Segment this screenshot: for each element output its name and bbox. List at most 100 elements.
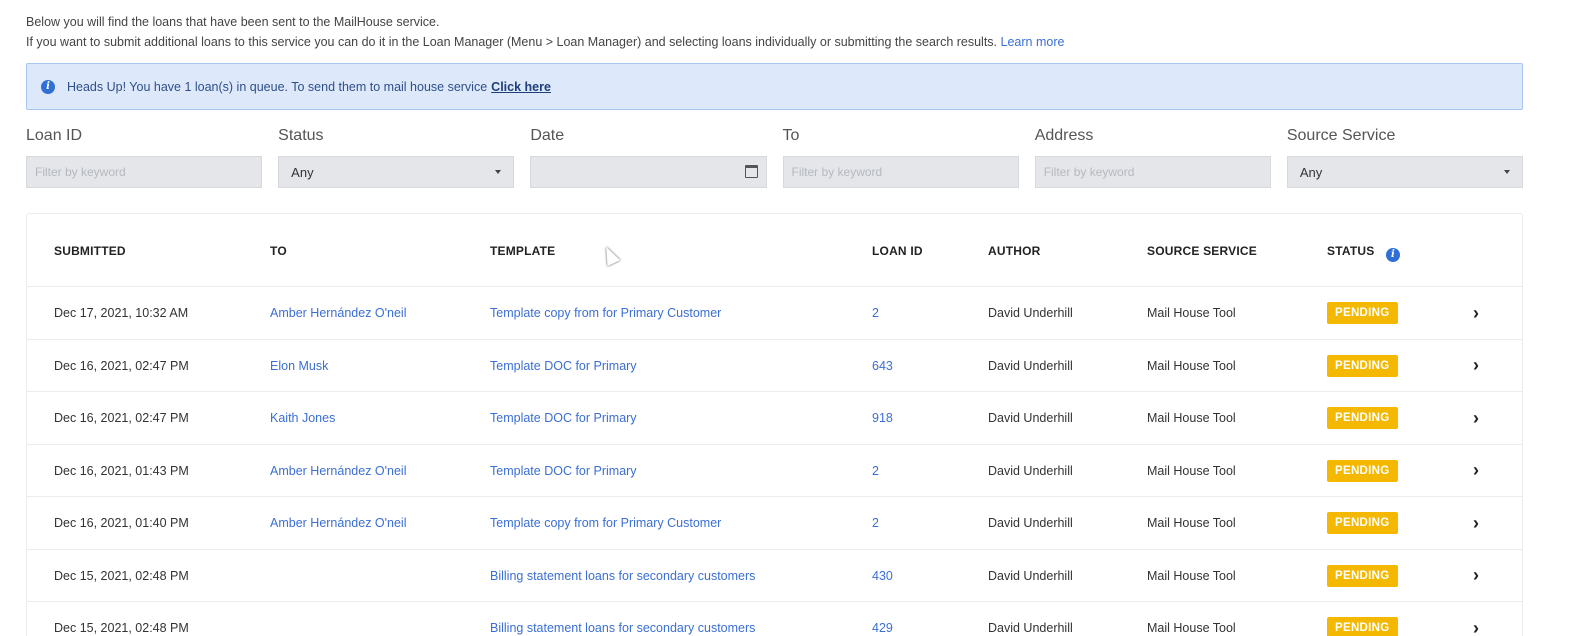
cell-template[interactable]: Template copy from for Primary Customer (490, 497, 721, 549)
info-icon: i (41, 79, 55, 94)
cell-loan-id[interactable]: 2 (872, 287, 879, 339)
table-row[interactable]: Dec 16, 2021, 01:43 PM Amber Hernández O'… (27, 443, 1522, 497)
intro-text: Below you will find the loans that have … (26, 12, 1064, 52)
cell-author: David Underhill (988, 463, 1073, 478)
cell-submitted: Dec 16, 2021, 01:43 PM (54, 463, 189, 478)
alert-click-here-link[interactable]: Click here (491, 80, 551, 94)
cell-source: Mail House Tool (1147, 306, 1236, 320)
cell-template[interactable]: Billing statement loans for secondary cu… (490, 550, 755, 602)
header-source-service[interactable]: SOURCE SERVICE (1147, 244, 1257, 258)
cell-loan-id[interactable]: 429 (872, 602, 893, 636)
table-row[interactable]: Dec 16, 2021, 02:47 PM Kaith Jones Templat… (27, 391, 1522, 444)
header-status-label: STATUS (1327, 244, 1375, 258)
filter-bar: Loan ID Filter by keyword Status Any Dat… (26, 126, 1524, 188)
table-row[interactable]: Dec 15, 2021, 02:48 PM Billing statement … (27, 601, 1522, 636)
cell-author: David Underhill (988, 568, 1073, 583)
chevron-right-icon[interactable]: › (1473, 445, 1479, 497)
cell-submitted: Dec 16, 2021, 02:47 PM (54, 358, 189, 373)
cell-submitted: Dec 15, 2021, 02:48 PM (54, 568, 189, 583)
chevron-down-icon (1504, 170, 1511, 174)
chevron-down-icon (495, 170, 502, 174)
filter-loan-id: Loan ID Filter by keyword (26, 126, 263, 188)
cell-loan-id[interactable]: 2 (872, 445, 879, 497)
chevron-right-icon[interactable]: › (1473, 602, 1479, 636)
header-submitted[interactable]: SUBMITTED (54, 244, 126, 258)
cell-loan-id[interactable]: 2 (872, 497, 879, 549)
header-to[interactable]: TO (270, 244, 287, 258)
cell-template[interactable]: Template DOC for Primary (490, 392, 637, 444)
cell-to[interactable]: Amber Hernández O'neil (270, 445, 406, 497)
cell-loan-id[interactable]: 643 (872, 340, 893, 392)
table-row[interactable]: Dec 17, 2021, 10:32 AM Amber Hernández O'… (27, 286, 1522, 339)
cell-status: PENDING (1327, 445, 1398, 497)
cell-source: Mail House Tool (1147, 358, 1236, 373)
cell-source: Mail House Tool (1147, 411, 1236, 425)
status-select-value: Any (291, 164, 314, 180)
cell-template[interactable]: Template DOC for Primary (490, 445, 637, 497)
cell-to[interactable]: Amber Hernández O'neil (270, 287, 406, 339)
header-template[interactable]: TEMPLATE (490, 244, 555, 258)
cell-template[interactable]: Template copy from for Primary Customer (490, 287, 721, 339)
filter-to: To Filter by keyword (782, 126, 1019, 188)
cell-template[interactable]: Template DOC for Primary (490, 340, 637, 392)
filter-status-label: Status (278, 127, 324, 144)
cell-author: David Underhill (988, 358, 1073, 373)
chevron-right-icon[interactable]: › (1473, 497, 1479, 549)
cell-source: Mail House Tool (1147, 621, 1236, 635)
filter-status: Status Any (278, 126, 515, 188)
chevron-right-icon[interactable]: › (1473, 340, 1479, 392)
status-badge: PENDING (1327, 354, 1398, 377)
source-service-select[interactable]: Any (1286, 156, 1524, 188)
loans-table: SUBMITTED TO TEMPLATE LOAN ID AUTHOR SOU… (26, 213, 1523, 636)
to-input[interactable]: Filter by keyword (782, 156, 1019, 188)
address-input[interactable]: Filter by keyword (1034, 156, 1271, 188)
cell-submitted: Dec 15, 2021, 02:48 PM (54, 621, 189, 635)
learn-more-link[interactable]: Learn more (1001, 35, 1065, 49)
filter-date: Date (530, 126, 767, 188)
cell-author: David Underhill (988, 621, 1073, 635)
table-row[interactable]: Dec 16, 2021, 01:40 PM Amber Hernández O'… (27, 496, 1522, 549)
info-icon[interactable]: i (1385, 247, 1400, 262)
chevron-right-icon[interactable]: › (1473, 550, 1479, 602)
loan-id-input[interactable]: Filter by keyword (26, 156, 263, 188)
cell-to[interactable]: Elon Musk (270, 340, 328, 392)
cell-to[interactable]: Amber Hernández O'neil (270, 497, 406, 549)
cell-loan-id[interactable]: 918 (872, 392, 893, 444)
header-status[interactable]: STATUS i (1327, 244, 1400, 262)
header-author[interactable]: AUTHOR (988, 244, 1041, 258)
cell-author: David Underhill (988, 306, 1073, 320)
cell-status: PENDING (1327, 392, 1398, 444)
filter-to-label: To (782, 127, 800, 144)
cell-status: PENDING (1327, 497, 1398, 549)
table-row[interactable]: Dec 16, 2021, 02:47 PM Elon Musk Template … (27, 338, 1522, 392)
intro-line-1: Below you will find the loans that have … (26, 15, 440, 29)
status-select[interactable]: Any (278, 156, 515, 188)
table-header: SUBMITTED TO TEMPLATE LOAN ID AUTHOR SOU… (27, 214, 1522, 286)
cell-submitted: Dec 16, 2021, 02:47 PM (54, 411, 189, 425)
cell-to[interactable]: Kaith Jones (270, 392, 335, 444)
cell-loan-id[interactable]: 430 (872, 550, 893, 602)
status-badge: PENDING (1327, 617, 1398, 636)
cell-status: PENDING (1327, 287, 1398, 339)
status-badge: PENDING (1327, 459, 1398, 482)
filter-source-service: Source Service Any (1286, 126, 1524, 188)
cell-submitted: Dec 16, 2021, 01:40 PM (54, 516, 189, 530)
alert-text: Heads Up! You have 1 loan(s) in queue. T… (67, 79, 488, 94)
date-input[interactable] (530, 156, 767, 188)
header-loan-id[interactable]: LOAN ID (872, 244, 923, 258)
filter-address-label: Address (1034, 127, 1094, 144)
chevron-right-icon[interactable]: › (1473, 287, 1479, 339)
status-badge: PENDING (1327, 407, 1398, 429)
cell-source: Mail House Tool (1147, 568, 1236, 583)
cell-source: Mail House Tool (1147, 516, 1236, 530)
cell-submitted: Dec 17, 2021, 10:32 AM (54, 306, 189, 320)
intro-line-2-text: If you want to submit additional loans t… (26, 35, 998, 49)
chevron-right-icon[interactable]: › (1473, 392, 1479, 444)
table-row[interactable]: Dec 15, 2021, 02:48 PM Billing statement … (27, 548, 1522, 602)
cell-template[interactable]: Billing statement loans for secondary cu… (490, 602, 755, 636)
status-badge: PENDING (1327, 302, 1398, 324)
cell-source: Mail House Tool (1147, 463, 1236, 478)
cell-status: PENDING (1327, 602, 1398, 636)
calendar-icon[interactable] (744, 165, 758, 178)
queue-alert: i Heads Up! You have 1 loan(s) in queue.… (26, 63, 1523, 110)
